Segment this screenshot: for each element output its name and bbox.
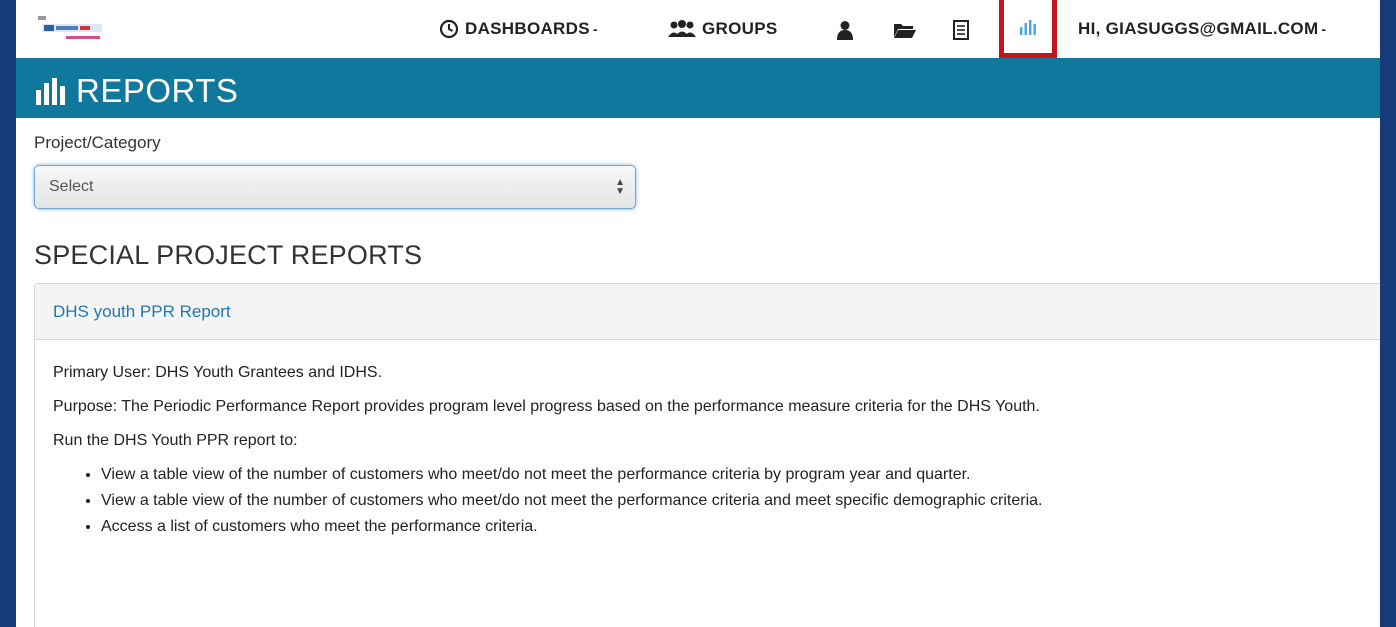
section-title: SPECIAL PROJECT REPORTS	[34, 240, 423, 270]
report-title-link[interactable]: DHS youth PPR Report	[53, 302, 231, 321]
documents-button[interactable]	[950, 20, 972, 40]
top-navigation-bar: DASHBOARDS - GROUPS HI, GIASUGGS@GMAIL.C…	[16, 0, 1380, 58]
purpose-text: Purpose: The Periodic Performance Report…	[53, 398, 1040, 415]
list-item: View a table view of the number of custo…	[101, 490, 1380, 512]
reports-nav-button[interactable]	[999, 0, 1057, 58]
dashboards-label: DASHBOARDS	[465, 19, 590, 38]
chevron-down-icon: -	[1321, 21, 1327, 37]
files-button[interactable]	[892, 20, 918, 40]
groups-menu[interactable]: GROUPS	[666, 0, 777, 58]
site-logo[interactable]	[36, 14, 132, 44]
bar-chart-icon	[36, 78, 65, 105]
users-icon	[668, 20, 696, 37]
project-category-select[interactable]: Select ▲ ▼	[34, 165, 636, 209]
report-panel-header: DHS youth PPR Report	[35, 284, 1380, 340]
app-window: DASHBOARDS - GROUPS HI, GIASUGGS@GMAIL.C…	[16, 0, 1380, 627]
primary-user-text: Primary User: DHS Youth Grantees and IDH…	[53, 364, 383, 381]
report-bullet-list: View a table view of the number of custo…	[53, 464, 1380, 538]
report-panel: DHS youth PPR Report Primary User: DHS Y…	[34, 283, 1380, 627]
report-description: Primary User: DHS Youth Grantees and IDH…	[35, 340, 1380, 538]
folder-icon	[894, 24, 916, 38]
chevron-down-icon: -	[592, 21, 598, 37]
reports-chart-icon	[1020, 19, 1036, 35]
project-category-label: Project/Category	[34, 133, 161, 152]
select-value: Select	[49, 178, 94, 195]
run-intro-text: Run the DHS Youth PPR report to:	[53, 432, 298, 449]
user-greeting: HI, GIASUGGS@GMAIL.COM	[1078, 19, 1319, 38]
clock-icon	[439, 19, 459, 39]
profile-button[interactable]	[834, 20, 856, 40]
page-title-text: REPORTS	[76, 72, 239, 109]
document-icon	[953, 20, 969, 40]
dashboards-menu[interactable]: DASHBOARDS -	[439, 0, 598, 58]
user-icon	[837, 21, 853, 40]
user-account-menu[interactable]: HI, GIASUGGS@GMAIL.COM -	[1078, 0, 1326, 58]
page-title: REPORTS	[34, 72, 238, 110]
list-item: Access a list of customers who meet the …	[101, 516, 1380, 538]
list-item: View a table view of the number of custo…	[101, 464, 1380, 486]
groups-label: GROUPS	[702, 19, 778, 38]
select-arrows-icon: ▲ ▼	[615, 177, 625, 197]
